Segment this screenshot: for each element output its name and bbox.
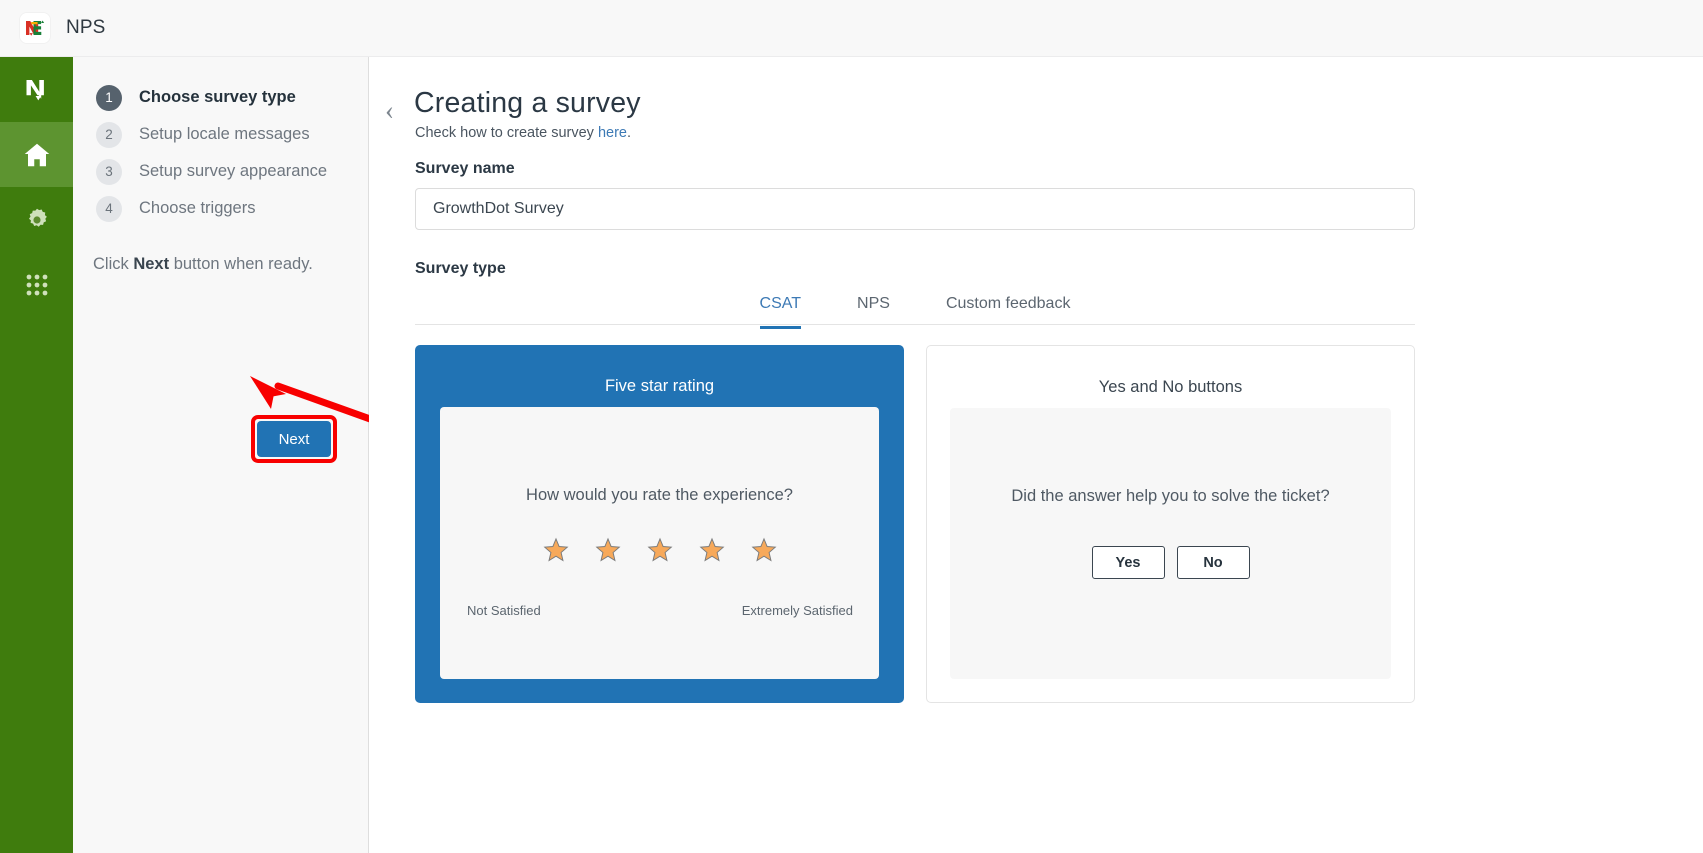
ns-logo-icon: [20, 13, 50, 43]
hint-bold: Next: [133, 255, 170, 273]
page-subtitle: Check how to create survey here.: [415, 125, 631, 141]
app-title: NPS: [66, 17, 106, 38]
tab-nps[interactable]: NPS: [857, 285, 890, 329]
step-list: 1 Choose survey type 2 Setup locale mess…: [73, 57, 368, 227]
star-icon[interactable]: [751, 537, 777, 563]
star-rating-row: [440, 537, 879, 563]
rail-item-apps[interactable]: [0, 252, 73, 317]
yes-button[interactable]: Yes: [1091, 546, 1165, 579]
main-content: ‹ Creating a survey Check how to create …: [369, 57, 1703, 853]
scale-low-label: Not Satisfied: [467, 603, 541, 618]
card-title: Five star rating: [604, 377, 715, 395]
no-button[interactable]: No: [1176, 546, 1250, 579]
card-yes-no-buttons[interactable]: Yes and No buttons Did the answer help y…: [926, 345, 1415, 703]
home-icon: [22, 140, 52, 170]
scale-labels: Not Satisfied Extremely Satisfied: [467, 603, 853, 618]
preview-question: How would you rate the experience?: [526, 486, 793, 504]
page-title: Creating a survey: [414, 87, 641, 119]
step-number: 2: [96, 121, 122, 148]
survey-name-input[interactable]: [415, 188, 1415, 230]
tab-custom-feedback[interactable]: Custom feedback: [946, 285, 1071, 329]
next-button-area: Next: [251, 415, 337, 463]
card-title: Yes and No buttons: [1098, 378, 1243, 396]
tab-csat[interactable]: CSAT: [759, 285, 802, 329]
star-icon[interactable]: [647, 537, 673, 563]
subtitle-suffix: .: [626, 125, 632, 141]
next-button[interactable]: Next: [257, 421, 331, 457]
step-label: Setup locale messages: [139, 125, 310, 143]
survey-type-tabs: CSAT NPS Custom feedback: [415, 285, 1415, 329]
step-item-choose-survey-type[interactable]: 1 Choose survey type: [96, 79, 368, 116]
star-icon[interactable]: [699, 537, 725, 563]
step-label: Choose survey type: [139, 88, 296, 106]
card-five-star-rating[interactable]: Five star rating How would you rate the …: [415, 345, 904, 703]
chevron-left-icon[interactable]: ‹: [385, 97, 394, 124]
scale-high-label: Extremely Satisfied: [741, 603, 853, 618]
step-label: Choose triggers: [139, 199, 256, 217]
preview-question: Did the answer help you to solve the tic…: [1011, 487, 1330, 505]
step-item-choose-triggers[interactable]: 4 Choose triggers: [96, 190, 368, 227]
gear-icon: [24, 207, 50, 233]
subtitle-prefix: Check how to create survey: [415, 125, 598, 141]
next-hint-text: Click Next button when ready.: [93, 255, 368, 274]
app-top-bar: NPS: [0, 0, 1703, 57]
yes-no-button-row: Yes No: [950, 546, 1391, 579]
step-label: Setup survey appearance: [139, 162, 328, 180]
step-number: 1: [96, 84, 122, 111]
step-number: 4: [96, 195, 122, 222]
survey-name-label: Survey name: [415, 160, 515, 177]
hint-suffix: button when ready.: [169, 255, 313, 273]
hint-prefix: Click: [93, 255, 134, 273]
nps-brand-n-icon: [22, 75, 52, 105]
card-preview: Did the answer help you to solve the tic…: [950, 408, 1391, 679]
rail-item-home[interactable]: [0, 122, 73, 187]
rail-item-settings[interactable]: [0, 187, 73, 252]
step-item-setup-survey-appearance[interactable]: 3 Setup survey appearance: [96, 153, 368, 190]
step-number: 3: [96, 158, 122, 185]
icon-rail: [0, 57, 73, 853]
survey-type-label: Survey type: [415, 260, 506, 277]
steps-panel: 1 Choose survey type 2 Setup locale mess…: [73, 57, 369, 853]
rail-item-brand-logo[interactable]: [0, 57, 73, 122]
card-preview: How would you rate the experience? Not S…: [440, 407, 879, 679]
star-icon[interactable]: [595, 537, 621, 563]
survey-template-cards: Five star rating How would you rate the …: [415, 345, 1415, 703]
step-item-setup-locale-messages[interactable]: 2 Setup locale messages: [96, 116, 368, 153]
apps-grid-icon: [24, 272, 50, 298]
star-icon[interactable]: [543, 537, 569, 563]
help-link[interactable]: here: [598, 125, 627, 141]
